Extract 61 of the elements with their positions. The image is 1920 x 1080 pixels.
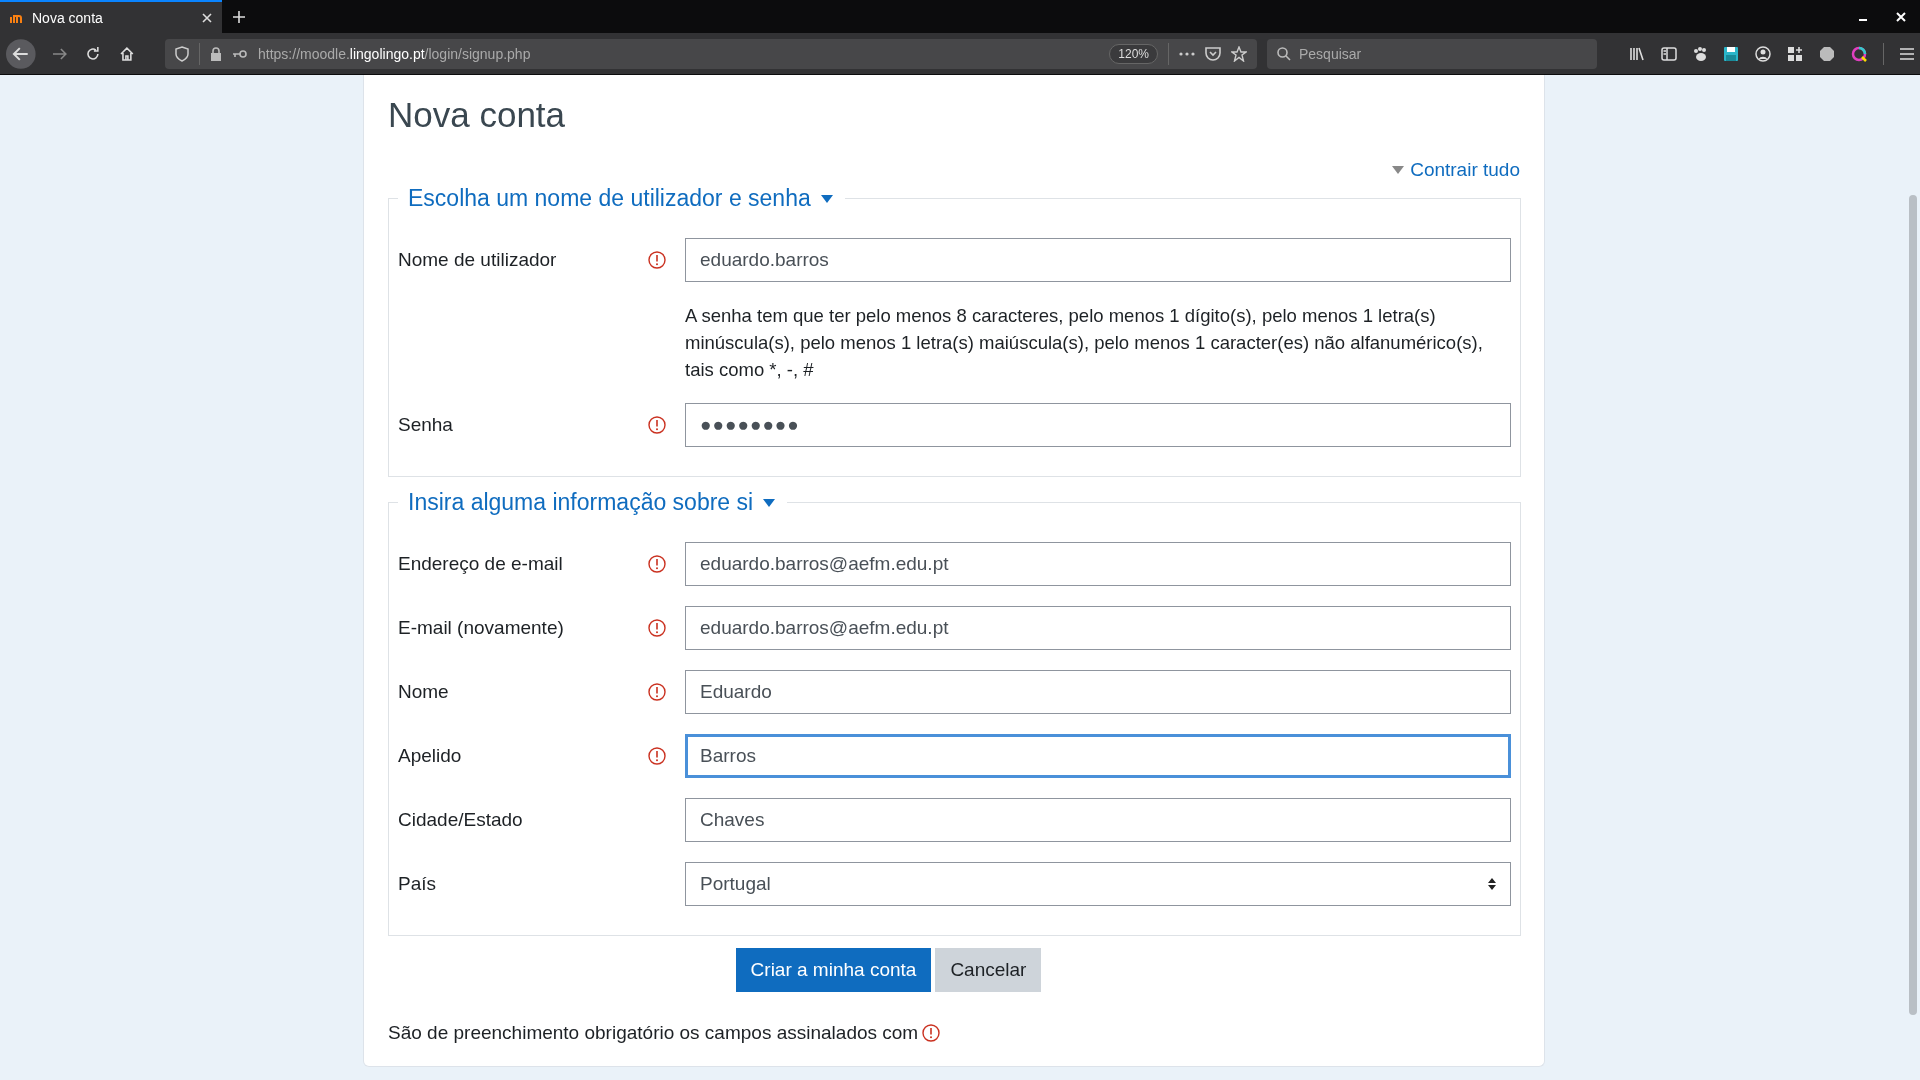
- pocket-icon[interactable]: [1205, 46, 1221, 61]
- browser-tab[interactable]: Nova conta: [0, 0, 222, 33]
- text-field[interactable]: eduardo.barros@aefm.edu.pt: [685, 606, 1511, 650]
- sidebar-icon[interactable]: [1661, 46, 1677, 61]
- password-field[interactable]: ●●●●●●●●: [685, 403, 1511, 447]
- text-field[interactable]: eduardo.barros: [685, 238, 1511, 282]
- field-label: Nome de utilizador: [398, 249, 558, 271]
- menu-icon[interactable]: [1900, 47, 1914, 60]
- caret-icon: [820, 194, 833, 203]
- home-icon[interactable]: [119, 45, 135, 62]
- zoom-level[interactable]: 120%: [1109, 43, 1158, 64]
- field-label: E-mail (novamente): [398, 617, 565, 639]
- text-field[interactable]: Barros: [685, 734, 1511, 778]
- text-field[interactable]: Chaves: [685, 798, 1511, 842]
- library-icon[interactable]: [1629, 45, 1645, 62]
- text-field[interactable]: eduardo.barros@aefm.edu.pt: [685, 542, 1511, 586]
- required-icon: [648, 683, 666, 701]
- required-icon: [648, 416, 666, 434]
- collapse-all-link[interactable]: Contrair tudo: [1392, 159, 1520, 181]
- shield-icon: [175, 45, 189, 62]
- submit-button[interactable]: Criar a minha conta: [735, 948, 932, 992]
- more-icon[interactable]: [1179, 51, 1195, 56]
- cancel-button[interactable]: Cancelar: [935, 948, 1042, 992]
- close-icon[interactable]: [202, 12, 212, 23]
- required-fields-note: São de preenchimento obrigatório os campos assinalados com: [388, 1022, 919, 1044]
- key-icon: [232, 48, 248, 59]
- required-icon: [922, 1024, 941, 1042]
- caret-icon: [763, 498, 776, 507]
- required-icon: [648, 747, 666, 765]
- search-field[interactable]: Pesquisar: [1267, 38, 1597, 69]
- updown-arrows-icon: [1488, 878, 1496, 890]
- moodle-logo-icon: [10, 12, 24, 23]
- address-bar[interactable]: https://moodle.lingolingo.pt/login/signup.php 120%: [165, 38, 1257, 69]
- field-label: Cidade/Estado: [398, 809, 524, 831]
- page-title: Nova conta: [388, 95, 567, 135]
- tab-title: Nova conta: [32, 9, 103, 26]
- paw-icon[interactable]: [1693, 45, 1707, 62]
- extensions-grid-icon[interactable]: [1787, 45, 1803, 62]
- ring-icon[interactable]: [1851, 45, 1867, 62]
- field-label: País: [398, 873, 438, 895]
- caret-icon: [1392, 166, 1405, 174]
- country-select[interactable]: Portugal: [685, 862, 1511, 906]
- account-icon[interactable]: [1755, 45, 1771, 62]
- reload-icon[interactable]: [85, 45, 102, 62]
- field-label: Endereço de e-mail: [398, 553, 564, 575]
- text-field[interactable]: Eduardo: [685, 670, 1511, 714]
- star-icon[interactable]: [1231, 45, 1247, 62]
- required-icon: [648, 555, 666, 573]
- field-label: Nome: [398, 681, 450, 703]
- new-tab-icon[interactable]: [232, 9, 246, 24]
- url-text: https://moodle.lingolingo.pt/login/signup.php: [258, 45, 531, 62]
- padlock-icon: [210, 46, 222, 61]
- section-toggle[interactable]: Escolha um nome de utilizador e senha: [400, 185, 843, 212]
- required-icon: [648, 619, 666, 637]
- section-toggle[interactable]: Insira alguma informação sobre si: [400, 489, 786, 516]
- required-icon: [648, 251, 666, 269]
- field-label: Senha: [398, 414, 454, 436]
- search-icon: [1277, 46, 1291, 61]
- password-rules-text: A senha tem que ter pelo menos 8 caracteres, pelo menos 1 dígito(s), pelo menos 1 letra(s) minúscula(s), pelo menos 1 letra(s) maiúscula(s), pelo menos 1 caracter(es) não alfanumérico(s), tais como *, -, #: [685, 304, 1484, 382]
- octagon-icon[interactable]: [1819, 45, 1835, 62]
- field-label: Apelido: [398, 745, 463, 767]
